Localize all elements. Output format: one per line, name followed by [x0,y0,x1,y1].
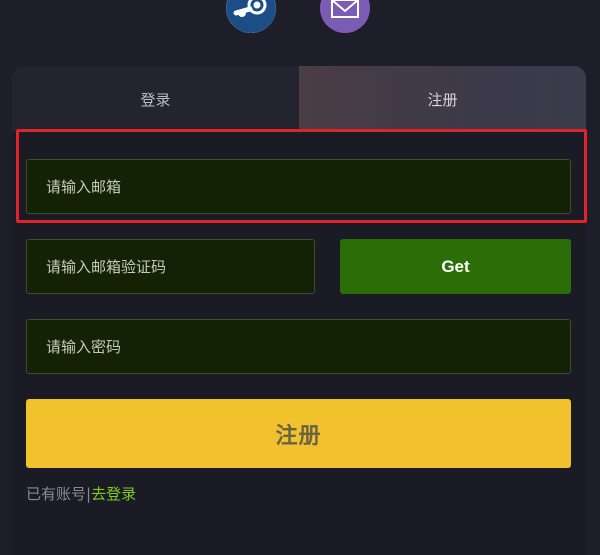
footer-login-prompt: 已有账号|去登录 [26,483,136,504]
footer-prompt-text: 已有账号| [26,485,92,503]
auth-tabs: 登录 注册 [12,66,586,132]
tab-register[interactable]: 注册 [299,66,586,132]
envelope-icon[interactable] [320,0,370,33]
get-code-button[interactable]: Get [340,239,571,294]
tab-login[interactable]: 登录 [12,66,299,132]
steam-icon[interactable] [226,0,276,33]
email-input[interactable] [26,159,571,214]
go-login-link[interactable]: 去登录 [91,485,136,503]
password-input[interactable] [26,319,571,374]
email-code-input[interactable] [26,239,315,294]
register-button[interactable]: 注册 [26,399,571,468]
